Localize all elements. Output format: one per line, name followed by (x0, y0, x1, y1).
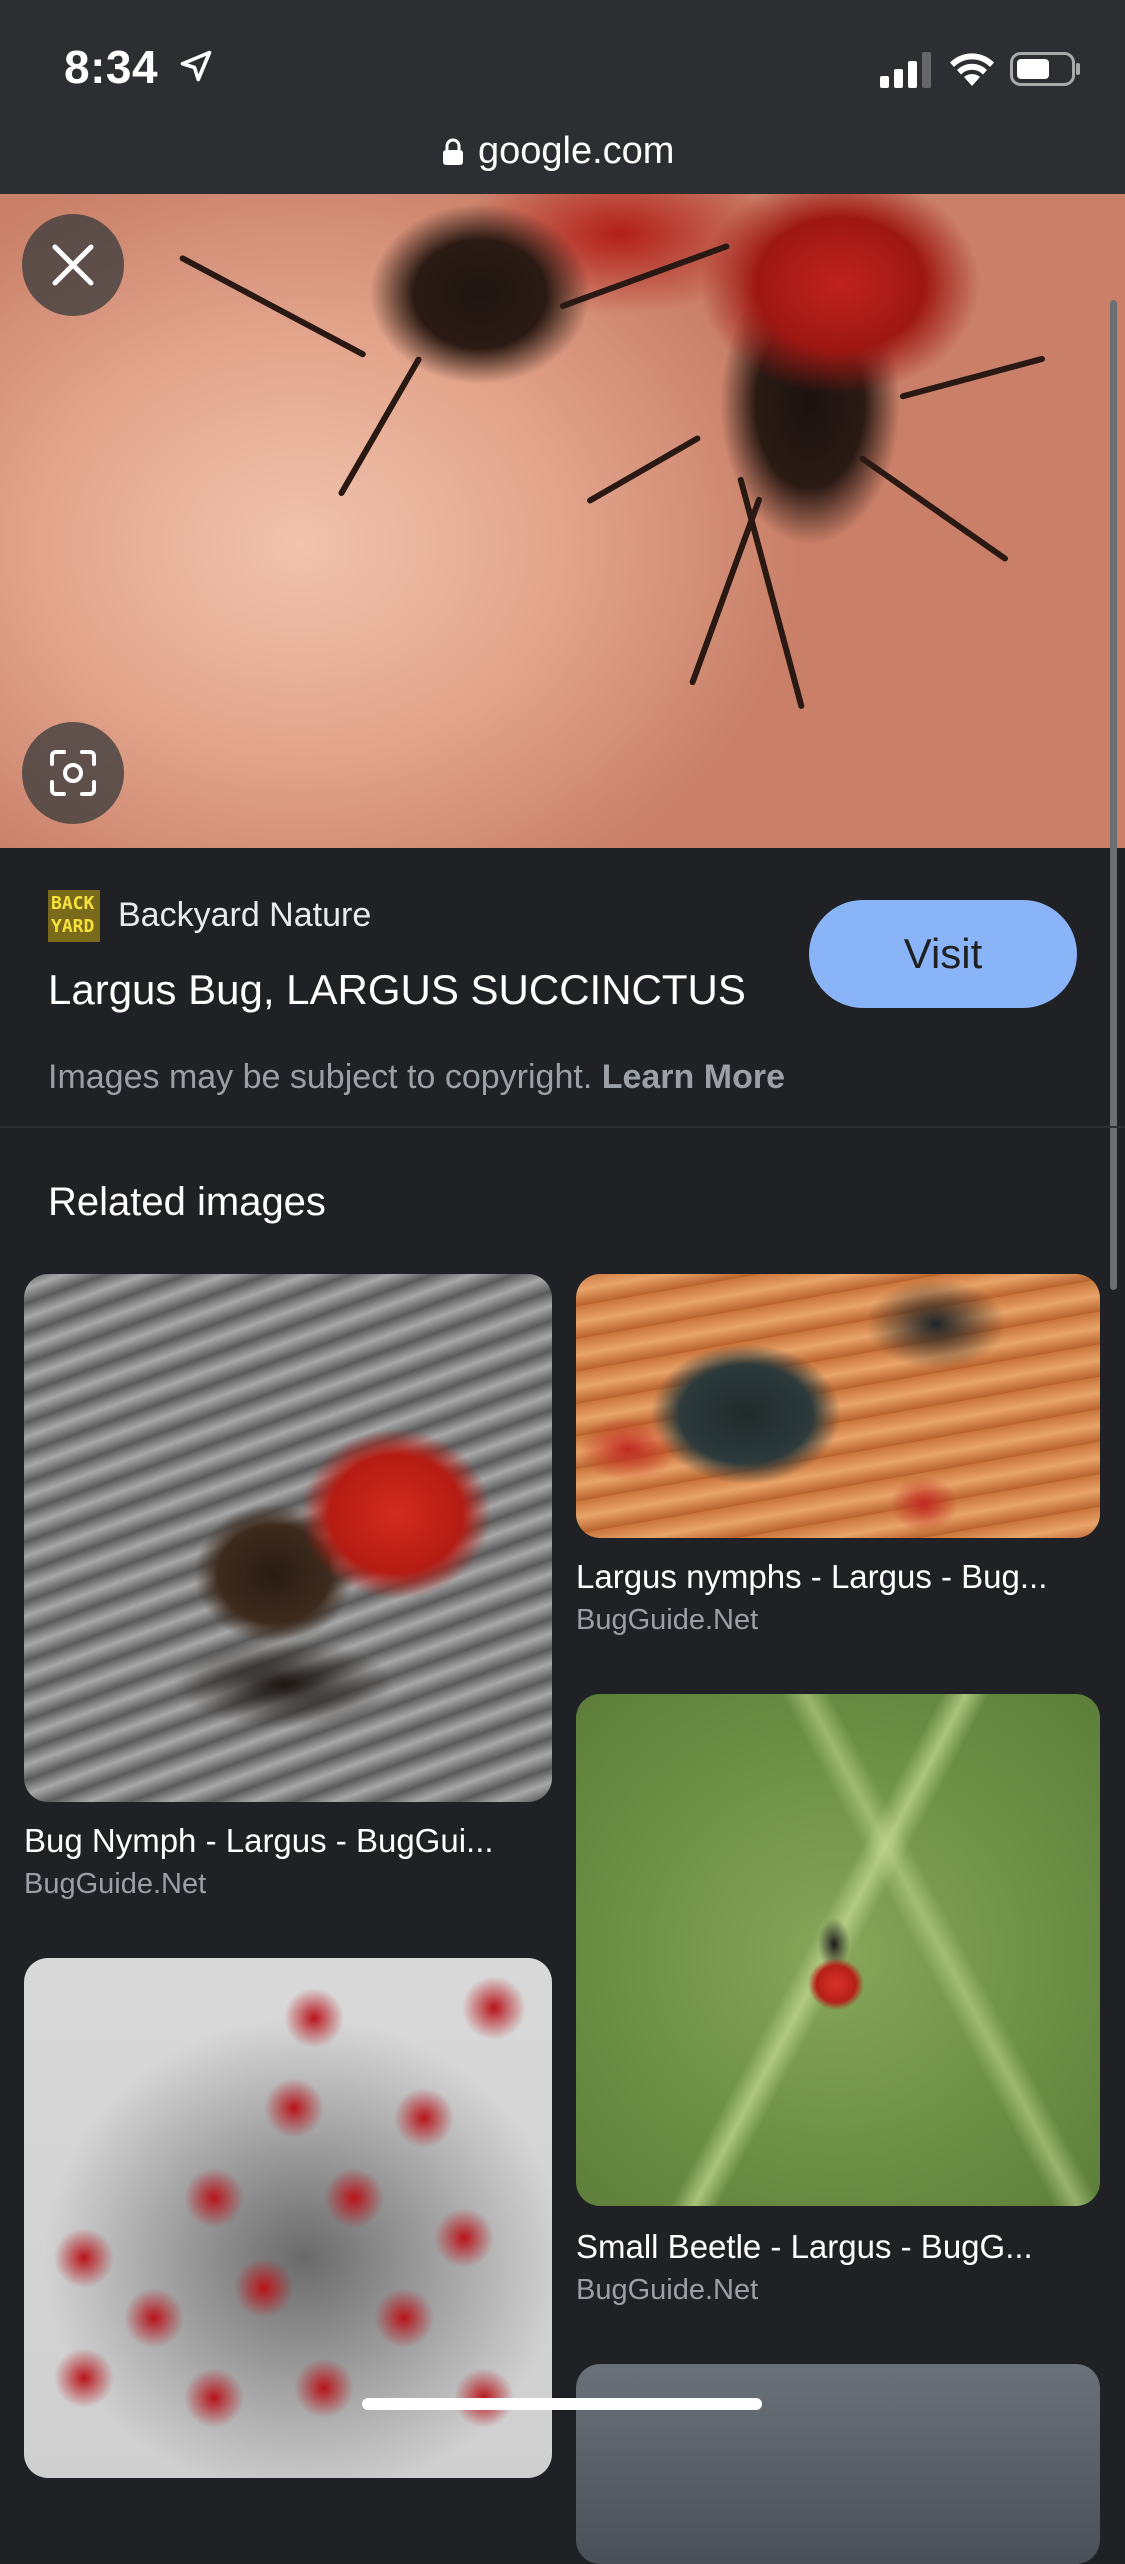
result-title[interactable]: Largus Bug, LARGUS SUCCINCTUS (48, 966, 746, 1014)
visit-button[interactable]: Visit (809, 900, 1077, 1008)
status-time: 8:34 (64, 41, 159, 93)
related-image-1[interactable] (24, 1274, 552, 1802)
related-image-1-title[interactable]: Bug Nymph - Largus - BugGui... (24, 1822, 494, 1860)
lens-search-button[interactable] (22, 722, 124, 824)
related-image-3-title[interactable]: Small Beetle - Largus - BugG... (576, 2228, 1033, 2266)
related-image-2-title[interactable]: Largus nymphs - Largus - Bug... (576, 1558, 1047, 1596)
close-button[interactable] (22, 214, 124, 316)
source-logo: BACK YARD (48, 890, 100, 942)
related-image-3-source: BugGuide.Net (576, 2274, 759, 2306)
preview-image (0, 194, 1125, 848)
divider (0, 1126, 1125, 1128)
related-image-3[interactable] (576, 1694, 1100, 2206)
wifi-icon (950, 53, 994, 86)
copyright-notice: Images may be subject to copyright. Lear… (48, 1058, 785, 1097)
related-images-heading: Related images (48, 1180, 326, 1224)
battery-icon (1010, 52, 1080, 86)
location-arrow-icon (180, 50, 212, 82)
close-icon (52, 244, 94, 286)
signal-icon (880, 52, 931, 88)
url-bar[interactable]: google.com (0, 120, 1125, 195)
lens-icon (50, 750, 96, 796)
related-image-2[interactable] (576, 1274, 1100, 1538)
status-bar: 8:34 (0, 0, 1125, 130)
source-name[interactable]: Backyard Nature (118, 896, 371, 935)
learn-more-link[interactable]: Learn More (602, 1058, 785, 1096)
copyright-text: Images may be subject to copyright. (48, 1058, 593, 1096)
lock-icon (443, 138, 463, 165)
home-indicator[interactable] (362, 2398, 762, 2410)
scrollbar[interactable] (1110, 300, 1117, 1290)
url-domain: google.com (478, 130, 675, 172)
related-image-5[interactable] (576, 2364, 1100, 2564)
related-image-1-source: BugGuide.Net (24, 1868, 207, 1900)
related-image-2-source: BugGuide.Net (576, 1604, 759, 1636)
